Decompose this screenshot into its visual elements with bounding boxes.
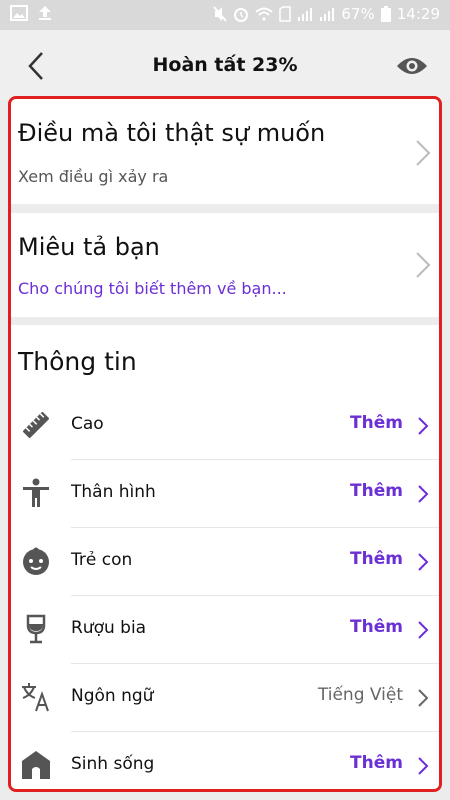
row-label: Ngôn ngữ: [71, 686, 154, 706]
info-row-alcohol[interactable]: Rượu bia Thêm: [11, 596, 439, 664]
translate-icon: [22, 683, 49, 712]
clock: 14:29: [396, 5, 440, 23]
chevron-right-icon: [416, 252, 431, 278]
info-row-height[interactable]: Cao Thêm: [11, 392, 439, 460]
card-subtitle: Xem điều gì xảy ra: [18, 167, 169, 186]
row-value: Thêm: [350, 617, 403, 637]
chevron-right-icon: [416, 140, 431, 166]
row-label: Thân hình: [71, 482, 156, 502]
card-describe-you[interactable]: Miêu tả bạn Cho chúng tôi biết thêm về b…: [11, 213, 439, 317]
signal-icon: [320, 8, 335, 21]
chevron-right-icon: [418, 757, 429, 775]
chevron-right-icon: [418, 417, 429, 435]
wine-glass-icon: [26, 614, 46, 644]
battery-percent: 67%: [341, 5, 375, 23]
header: Hoàn tất 23%: [0, 30, 450, 100]
section-heading: Thông tin: [18, 347, 137, 376]
signal-icon: [298, 8, 313, 21]
row-label: Sinh sống: [71, 754, 155, 774]
row-value: Thêm: [350, 549, 403, 569]
body-icon: [23, 478, 49, 507]
info-section: Thông tin Cao Thêm Thân hình Thêm Trẻ co…: [11, 325, 439, 789]
card-what-i-want[interactable]: Điều mà tôi thật sự muốn Xem điều gì xảy…: [11, 99, 439, 204]
image-icon: [10, 5, 28, 21]
info-row-body[interactable]: Thân hình Thêm: [11, 460, 439, 528]
ruler-icon: [22, 411, 50, 439]
mute-icon: [213, 6, 228, 22]
chevron-right-icon: [418, 553, 429, 571]
row-value: Tiếng Việt: [317, 685, 403, 705]
row-value: Thêm: [350, 413, 403, 433]
row-label: Rượu bia: [71, 618, 147, 638]
card-subtitle: Cho chúng tôi biết thêm về bạn...: [18, 279, 287, 298]
chevron-right-icon: [418, 621, 429, 639]
card-title: Điều mà tôi thật sự muốn: [18, 119, 326, 147]
sim-icon: [279, 6, 292, 22]
card-title: Miêu tả bạn: [18, 233, 160, 261]
info-row-children[interactable]: Trẻ con Thêm: [11, 528, 439, 596]
info-row-language[interactable]: Ngôn ngữ Tiếng Việt: [11, 664, 439, 732]
battery-icon: [380, 6, 391, 22]
profile-section: Điều mà tôi thật sự muốn Xem điều gì xảy…: [8, 96, 442, 792]
info-row-residence[interactable]: Sinh sống Thêm: [11, 732, 439, 789]
upload-icon: [39, 6, 51, 20]
baby-face-icon: [23, 547, 49, 575]
row-label: Trẻ con: [71, 550, 133, 570]
alarm-icon: [234, 8, 249, 22]
home-icon: [22, 751, 50, 779]
page-title: Hoàn tất 23%: [152, 54, 298, 76]
chevron-right-icon: [418, 485, 429, 503]
chevron-right-icon: [418, 689, 429, 707]
row-value: Thêm: [350, 753, 403, 773]
row-label: Cao: [71, 414, 104, 434]
status-bar: 67% 14:29: [0, 0, 450, 30]
row-value: Thêm: [350, 481, 403, 501]
wifi-icon: [255, 7, 274, 21]
eye-icon[interactable]: [396, 54, 428, 78]
